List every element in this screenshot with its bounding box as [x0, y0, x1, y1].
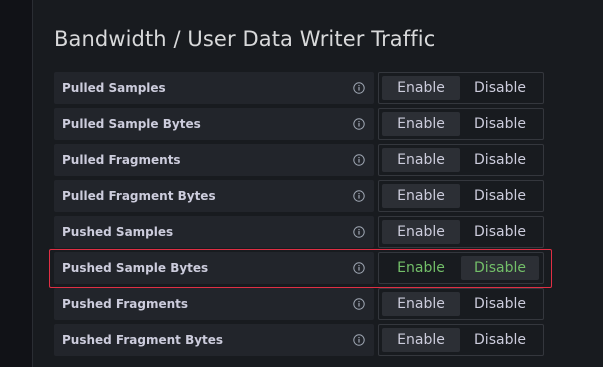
- disable-option[interactable]: Disable: [461, 76, 539, 100]
- setting-row-pulled-samples: Pulled Samples Enable Disable: [54, 72, 544, 104]
- setting-row-pushed-sample-bytes: Pushed Sample Bytes Enable Disable: [54, 252, 544, 284]
- setting-label-box: Pulled Sample Bytes: [54, 108, 374, 140]
- info-icon[interactable]: [353, 226, 365, 238]
- info-icon[interactable]: [353, 334, 365, 346]
- setting-label: Pulled Fragments: [62, 153, 181, 167]
- info-icon[interactable]: [353, 154, 365, 166]
- setting-row-pushed-samples: Pushed Samples Enable Disable: [54, 216, 544, 248]
- setting-label-box: Pushed Samples: [54, 216, 374, 248]
- setting-label: Pulled Samples: [62, 81, 166, 95]
- info-icon[interactable]: [353, 298, 365, 310]
- setting-label-box: Pushed Fragments: [54, 288, 374, 320]
- setting-label-box: Pulled Fragment Bytes: [54, 180, 374, 212]
- setting-label-box: Pushed Fragment Bytes: [54, 324, 374, 356]
- settings-list: Pulled Samples Enable Disable Pulled Sam…: [54, 72, 544, 360]
- enable-disable-toggle: Enable Disable: [378, 324, 544, 356]
- setting-label: Pushed Sample Bytes: [62, 261, 209, 275]
- disable-option[interactable]: Disable: [461, 292, 539, 316]
- section-title: Bandwidth / User Data Writer Traffic: [54, 27, 436, 51]
- enable-option[interactable]: Enable: [382, 184, 460, 208]
- enable-disable-toggle: Enable Disable: [378, 288, 544, 320]
- disable-option[interactable]: Disable: [461, 148, 539, 172]
- enable-option[interactable]: Enable: [382, 256, 460, 280]
- disable-option[interactable]: Disable: [461, 256, 539, 280]
- enable-option[interactable]: Enable: [382, 292, 460, 316]
- setting-row-pulled-fragments: Pulled Fragments Enable Disable: [54, 144, 544, 176]
- info-icon[interactable]: [353, 190, 365, 202]
- enable-disable-toggle: Enable Disable: [378, 252, 544, 284]
- enable-disable-toggle: Enable Disable: [378, 144, 544, 176]
- setting-label: Pushed Samples: [62, 225, 174, 239]
- info-icon[interactable]: [353, 118, 365, 130]
- disable-option[interactable]: Disable: [461, 328, 539, 352]
- enable-option[interactable]: Enable: [382, 328, 460, 352]
- info-icon[interactable]: [353, 262, 365, 274]
- enable-disable-toggle: Enable Disable: [378, 108, 544, 140]
- setting-label-box: Pulled Fragments: [54, 144, 374, 176]
- enable-disable-toggle: Enable Disable: [378, 216, 544, 248]
- setting-row-pulled-fragment-bytes: Pulled Fragment Bytes Enable Disable: [54, 180, 544, 212]
- setting-row-pushed-fragment-bytes: Pushed Fragment Bytes Enable Disable: [54, 324, 544, 356]
- enable-option[interactable]: Enable: [382, 220, 460, 244]
- setting-row-pulled-sample-bytes: Pulled Sample Bytes Enable Disable: [54, 108, 544, 140]
- setting-row-pushed-fragments: Pushed Fragments Enable Disable: [54, 288, 544, 320]
- enable-disable-toggle: Enable Disable: [378, 72, 544, 104]
- setting-label: Pulled Sample Bytes: [62, 117, 201, 131]
- setting-label: Pulled Fragment Bytes: [62, 189, 216, 203]
- enable-disable-toggle: Enable Disable: [378, 180, 544, 212]
- enable-option[interactable]: Enable: [382, 76, 460, 100]
- setting-label-box: Pushed Sample Bytes: [54, 252, 374, 284]
- enable-option[interactable]: Enable: [382, 148, 460, 172]
- disable-option[interactable]: Disable: [461, 112, 539, 136]
- setting-label: Pushed Fragments: [62, 297, 189, 311]
- disable-option[interactable]: Disable: [461, 220, 539, 244]
- left-panel-edge: [0, 0, 33, 367]
- info-icon[interactable]: [353, 82, 365, 94]
- disable-option[interactable]: Disable: [461, 184, 539, 208]
- setting-label-box: Pulled Samples: [54, 72, 374, 104]
- setting-label: Pushed Fragment Bytes: [62, 333, 224, 347]
- enable-option[interactable]: Enable: [382, 112, 460, 136]
